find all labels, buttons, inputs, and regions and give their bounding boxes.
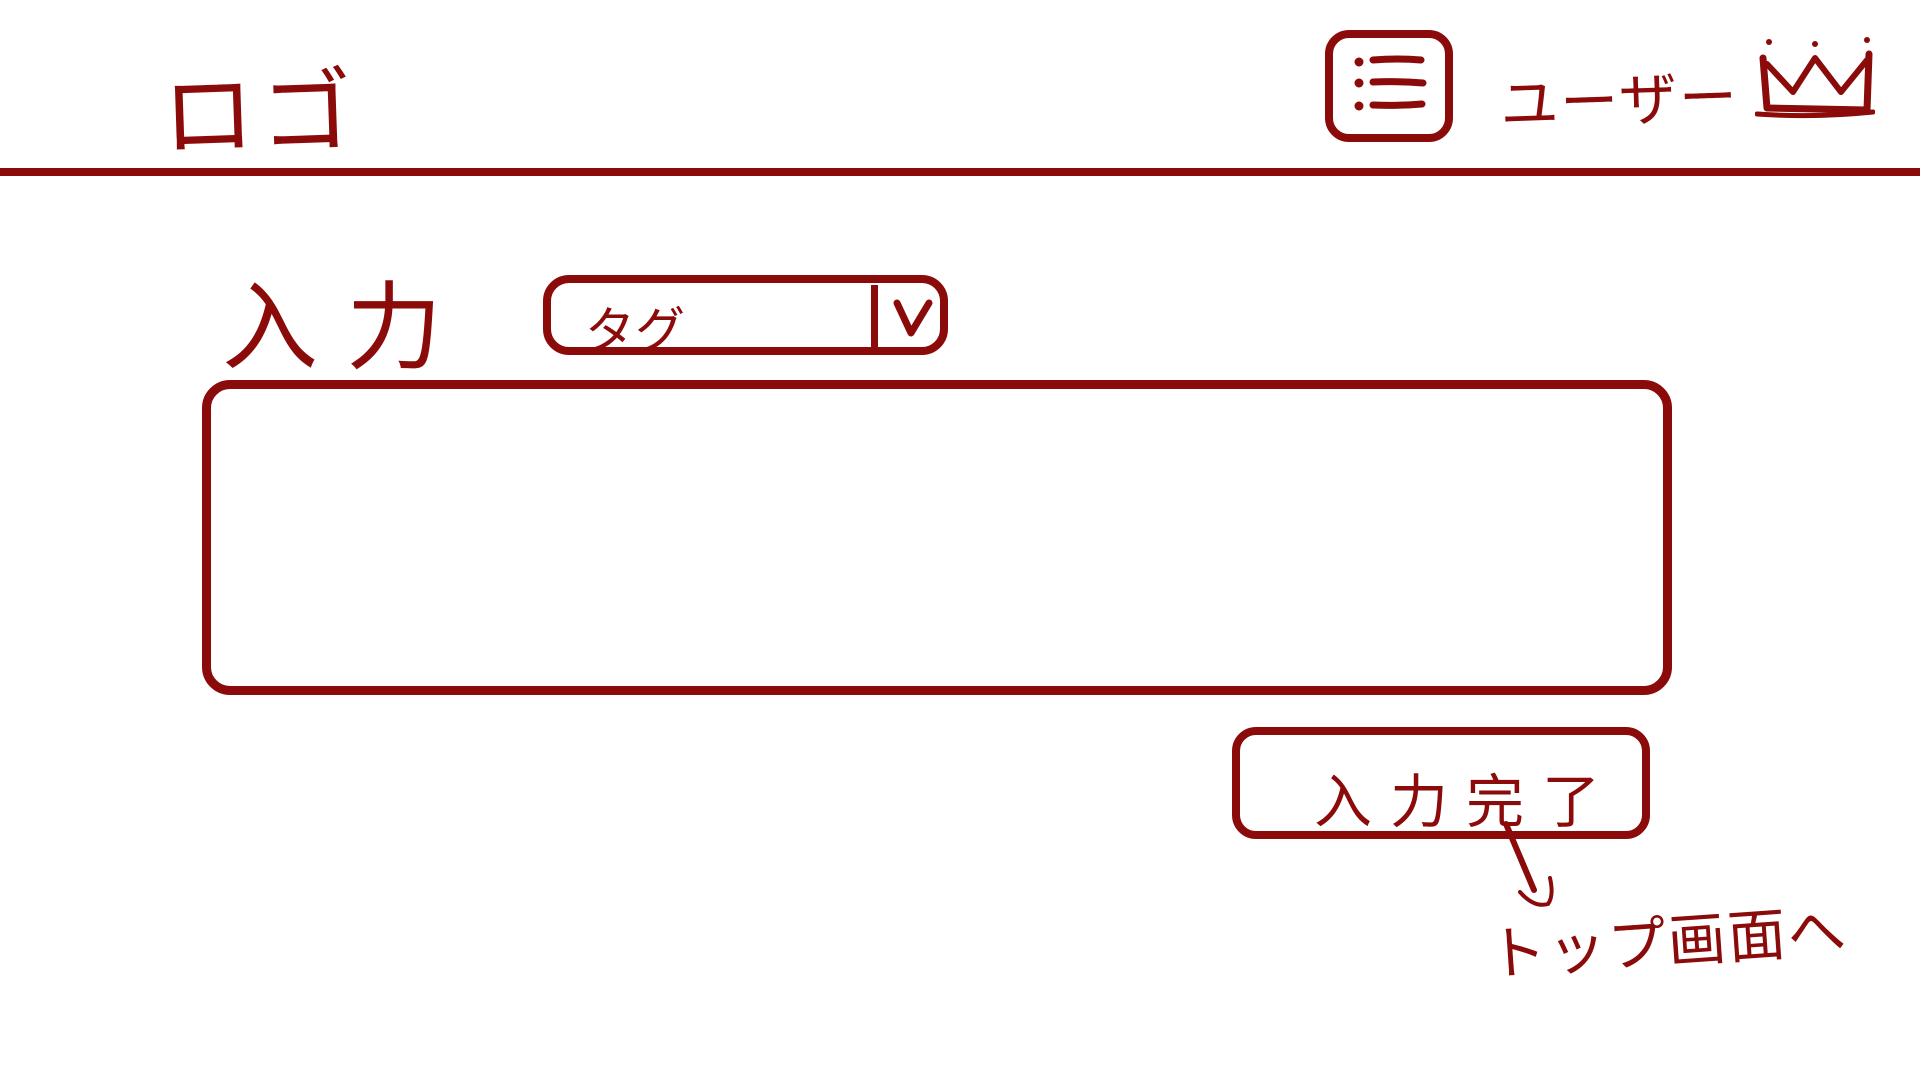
tag-select-value: タグ xyxy=(585,302,685,360)
logo[interactable]: ロゴ xyxy=(160,37,361,177)
header-divider xyxy=(0,168,1920,176)
crown-icon[interactable] xyxy=(1755,28,1875,120)
username[interactable]: ユーザー xyxy=(1499,50,1741,142)
submit-button[interactable]: 入力完了 xyxy=(1232,727,1650,839)
menu-list-icon xyxy=(1354,55,1427,111)
tag-select-divider xyxy=(871,285,878,347)
menu-button[interactable] xyxy=(1325,30,1453,142)
page-title: 入力 xyxy=(222,272,470,384)
submit-button-label: 入力完了 xyxy=(1314,768,1619,836)
tag-select[interactable]: タグ xyxy=(543,275,948,360)
chevron-down-icon[interactable] xyxy=(891,297,935,339)
arrow-down-icon xyxy=(1503,821,1554,907)
content-textarea[interactable] xyxy=(202,380,1672,695)
